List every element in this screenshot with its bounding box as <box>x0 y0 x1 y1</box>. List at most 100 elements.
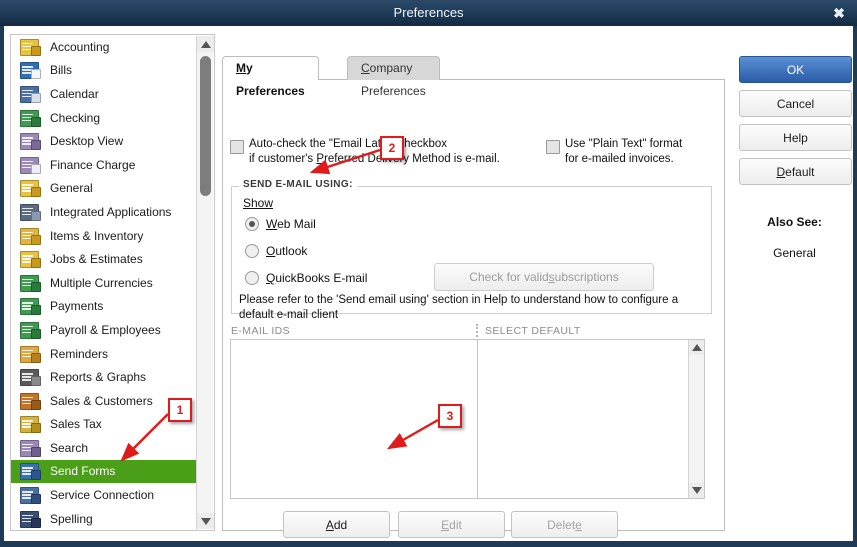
help-note: Please refer to the 'Send email using' s… <box>239 294 679 321</box>
tab-company-preferences-label: ompany Preferences <box>361 61 426 98</box>
ok-button[interactable]: OK <box>739 56 852 83</box>
sidebar-scrollbar[interactable] <box>196 36 214 529</box>
sidebar-item-label: General <box>50 181 93 196</box>
scroll-up-arrow-icon[interactable] <box>197 36 214 52</box>
check-subscriptions-pre: Check for valid <box>469 270 549 284</box>
select-default-header: SELECT DEFAULT <box>485 325 581 337</box>
sidebar-item-label: Service Connection <box>50 488 155 503</box>
sidebar-item-general[interactable]: General <box>11 177 196 201</box>
sidebar-item-label: Multiple Currencies <box>50 275 153 290</box>
sidebar-item-label: Reports & Graphs <box>50 370 147 385</box>
email-ids-listbox[interactable] <box>230 339 705 499</box>
service-connection-icon <box>19 486 41 505</box>
sidebar-item-label: Search <box>50 440 89 455</box>
sidebar-item-label: Checking <box>50 110 101 125</box>
tab-my-preferences[interactable]: My Preferences <box>222 56 319 98</box>
accounting-icon <box>19 38 41 56</box>
sidebar-item-finance-charge[interactable]: Finance Charge <box>11 153 196 177</box>
radio-outlook-indicator <box>245 244 259 258</box>
sidebar-list: Accounting Bills Calendar Checking Desktop V… <box>11 35 196 530</box>
email-later-checkbox[interactable] <box>230 140 244 154</box>
radio-web-mail[interactable]: Web Mail <box>245 217 316 231</box>
sidebar-item-label: Bills <box>50 63 73 78</box>
multiple-currencies-icon <box>19 274 41 292</box>
plain-text-checkbox[interactable] <box>546 140 560 154</box>
plain-text-line1: Use "Plain Text" format <box>565 138 683 150</box>
dialog-button-column: OK Cancel Help Default Also See: General <box>739 56 854 260</box>
email-later-line2-post: referred Delivery Method is e-mail. <box>324 153 500 165</box>
sidebar-item-search[interactable]: Search <box>11 436 196 460</box>
delete-button[interactable]: Delet e <box>511 511 618 538</box>
scroll-down-arrow-icon[interactable] <box>197 513 214 529</box>
items-inventory-icon <box>19 227 41 245</box>
reports-graphs-icon <box>19 368 41 387</box>
sidebar-item-reports-graphs[interactable]: Reports & Graphs <box>11 365 196 389</box>
sidebar-item-jobs-estimates[interactable]: Jobs & Estimates <box>11 247 196 271</box>
email-later-line1: Auto-check the "Email Later" checkbox <box>249 138 448 150</box>
sidebar-item-send-forms[interactable]: Send Forms <box>11 459 196 484</box>
cancel-button[interactable]: Cancel <box>739 90 852 117</box>
sidebar-item-spelling[interactable]: Spelling <box>11 507 196 530</box>
plain-text-line2: for e-mailed invoices. <box>565 153 674 165</box>
radio-web-mail-mnemonic: W <box>266 217 278 231</box>
email-later-mnemonic: P <box>316 153 325 165</box>
sidebar-item-payments[interactable]: Payments <box>11 295 196 319</box>
default-button[interactable]: Default <box>739 158 852 185</box>
sidebar-item-label: Finance Charge <box>50 157 136 172</box>
sidebar-item-label: Payments <box>50 299 104 314</box>
radio-outlook-label: Outlook <box>266 244 307 258</box>
sidebar-item-service-connection[interactable]: Service Connection <box>11 483 196 507</box>
sidebar-item-multiple-currencies[interactable]: Multiple Currencies <box>11 271 196 295</box>
check-subscriptions-post: ubscriptions <box>554 270 619 284</box>
sidebar-item-label: Payroll & Employees <box>50 322 161 337</box>
check-subscriptions-button[interactable]: Check for valid s ubscriptions <box>434 263 654 291</box>
listbox-scroll-up-arrow-icon[interactable] <box>689 340 704 355</box>
radio-web-mail-rest: eb Mail <box>277 217 316 231</box>
sidebar-item-bills[interactable]: Bills <box>11 59 196 83</box>
sidebar-item-checking[interactable]: Checking <box>11 106 196 130</box>
email-ids-header: E-MAIL IDS <box>231 325 291 337</box>
sidebar-item-calendar[interactable]: Calendar <box>11 82 196 106</box>
main-panel: My Preferences Company Preferences Auto-… <box>222 56 725 538</box>
desktop-view-icon <box>19 132 41 151</box>
help-button[interactable]: Help <box>739 124 852 151</box>
sidebar-item-label: Accounting <box>50 39 110 54</box>
radio-web-mail-indicator <box>245 217 259 231</box>
sidebar-item-accounting[interactable]: Accounting <box>11 35 196 59</box>
radio-web-mail-label: Web Mail <box>266 217 316 231</box>
radio-outlook-rest: utlook <box>275 244 308 258</box>
payroll-employees-icon <box>19 321 41 339</box>
edit-button[interactable]: Edit <box>398 511 505 538</box>
close-icon[interactable]: ✖ <box>829 4 849 22</box>
add-button-mnemonic: A <box>325 517 334 532</box>
delete-button-label: Delet <box>547 517 576 532</box>
radio-outlook-mnemonic: O <box>266 244 276 258</box>
sidebar-item-reminders[interactable]: Reminders <box>11 342 196 366</box>
sidebar-scrollbar-thumb[interactable] <box>200 56 211 196</box>
sidebar-item-integrated-applications[interactable]: Integrated Applications <box>11 200 196 224</box>
add-button-label: dd <box>333 517 348 532</box>
listbox-scroll-down-arrow-icon[interactable] <box>689 483 704 498</box>
sidebar-item-label: Reminders <box>50 346 109 361</box>
send-forms-icon <box>19 462 41 481</box>
tab-company-preferences-mnemonic: C <box>361 61 370 75</box>
sidebar-item-label: Desktop View <box>50 134 124 149</box>
add-button[interactable]: Add <box>283 511 390 538</box>
reminders-icon <box>19 345 41 363</box>
listbox-scrollbar[interactable] <box>688 340 704 498</box>
radio-quickbooks-email[interactable]: QuickBooks E-mail <box>245 271 367 285</box>
sidebar-item-items-inventory[interactable]: Items & Inventory <box>11 224 196 248</box>
tab-company-preferences[interactable]: Company Preferences <box>347 56 440 98</box>
sidebar-item-label: Integrated Applications <box>50 204 172 219</box>
plain-text-label: Use "Plain Text" format for e-mailed inv… <box>565 137 682 167</box>
sidebar-item-label: Items & Inventory <box>50 228 144 243</box>
sidebar-item-desktop-view[interactable]: Desktop View <box>11 129 196 153</box>
radio-outlook[interactable]: Outlook <box>245 244 307 258</box>
bills-icon <box>19 61 41 80</box>
edit-button-label: dit <box>449 517 462 532</box>
send-email-using-title: SEND E-MAIL USING: <box>239 179 357 190</box>
calendar-icon <box>19 85 41 103</box>
sidebar-item-label: Calendar <box>50 86 99 101</box>
sidebar-item-payroll-employees[interactable]: Payroll & Employees <box>11 318 196 342</box>
also-see-general-link[interactable]: General <box>739 246 850 260</box>
